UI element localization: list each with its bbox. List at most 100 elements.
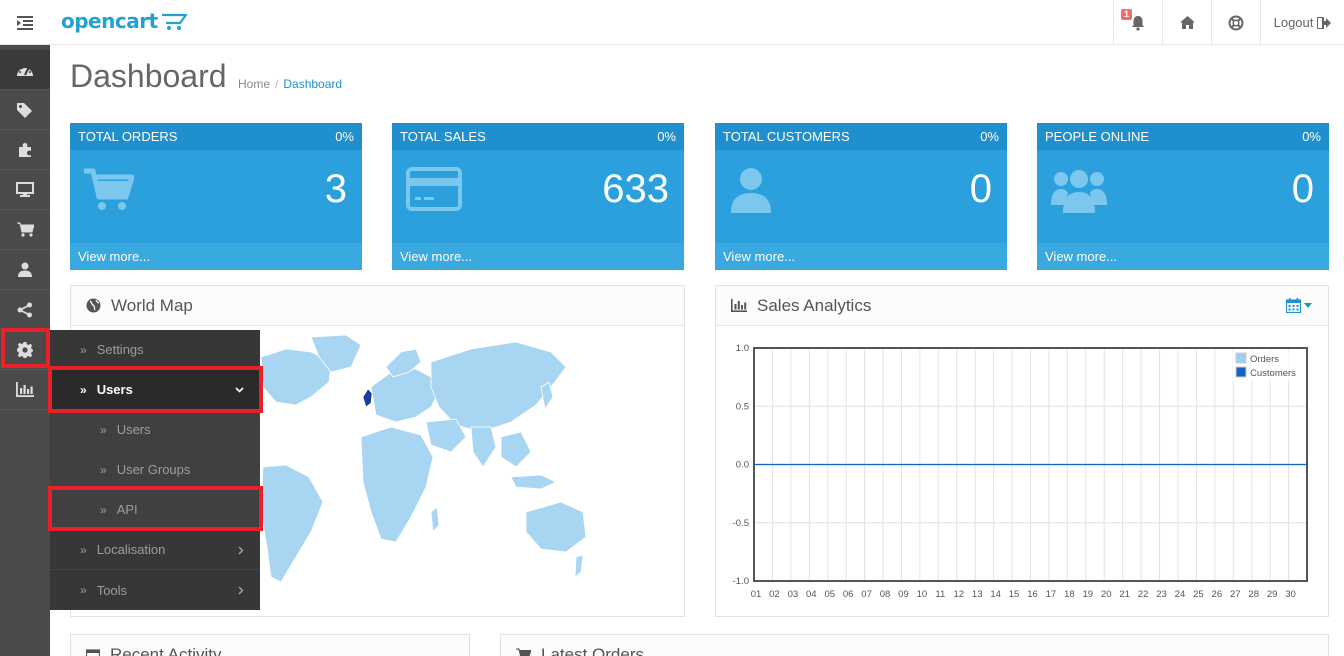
dashboard-icon xyxy=(17,65,33,76)
menu-item-label: Users xyxy=(116,422,151,437)
recent-activity-panel: Recent Activity xyxy=(70,634,470,656)
nav-system[interactable] xyxy=(0,330,50,370)
alerts-button[interactable]: 1 xyxy=(1113,0,1162,45)
nav-reports[interactable] xyxy=(0,370,50,410)
bell-icon xyxy=(1132,15,1144,31)
x-tick-label: 29 xyxy=(1267,589,1278,600)
customer-icon xyxy=(731,168,771,213)
y-tick-label: 0.0 xyxy=(736,460,749,471)
nav-sales[interactable] xyxy=(0,210,50,250)
cart-icon xyxy=(16,222,34,237)
x-tick-label: 28 xyxy=(1248,589,1259,600)
x-tick-label: 17 xyxy=(1046,589,1057,600)
gear-icon xyxy=(17,341,33,358)
tile-percent: 0% xyxy=(335,129,354,144)
chevron-right-icon xyxy=(238,570,244,610)
menu-item-user-groups[interactable]: » User Groups xyxy=(50,450,260,490)
x-tick-label: 18 xyxy=(1064,589,1075,600)
tile-value: 0 xyxy=(969,167,992,211)
menu-item-label: Users xyxy=(96,382,133,397)
y-tick-label: -1.0 xyxy=(733,576,749,587)
double-chevron-icon: » xyxy=(100,502,107,517)
legend-swatch xyxy=(1235,366,1247,378)
logo-text: opencart xyxy=(61,9,158,33)
double-chevron-icon: » xyxy=(100,422,107,437)
menu-item-localisation[interactable]: » Localisation xyxy=(50,530,260,570)
menu-item-settings[interactable]: » Settings xyxy=(50,330,260,370)
x-tick-label: 12 xyxy=(953,589,964,600)
nav-extensions[interactable] xyxy=(0,130,50,170)
menu-toggle-button[interactable] xyxy=(0,0,50,45)
indent-icon xyxy=(17,15,33,30)
desktop-icon xyxy=(16,182,34,197)
menu-item-users[interactable]: » Users xyxy=(50,410,260,450)
breadcrumb-dashboard[interactable]: Dashboard xyxy=(283,77,342,91)
y-tick-label: 0.5 xyxy=(736,401,749,412)
y-tick-label: -0.5 xyxy=(733,518,749,529)
view-more-online-link[interactable]: View more... xyxy=(1037,243,1329,270)
x-tick-label: 19 xyxy=(1083,589,1094,600)
nav-marketing[interactable] xyxy=(0,290,50,330)
chevron-down-icon xyxy=(235,370,244,410)
tile-value: 3 xyxy=(324,167,347,211)
x-tick-label: 09 xyxy=(898,589,909,600)
sales-analytics-title: Sales Analytics xyxy=(757,295,872,315)
x-tick-label: 25 xyxy=(1193,589,1204,600)
top-header: opencart 1 Logout xyxy=(0,0,1344,45)
breadcrumb-home[interactable]: Home xyxy=(238,77,270,91)
calendar-icon xyxy=(86,648,100,656)
view-more-sales-link[interactable]: View more... xyxy=(392,243,684,270)
logout-label: Logout xyxy=(1273,15,1314,30)
tile-title: TOTAL SALES xyxy=(400,129,486,144)
x-tick-label: 27 xyxy=(1230,589,1241,600)
sales-chart: 1.0 0.5 0.0 -0.5 -1.001 02 03 04 05 06 07 08 09 10 11 1… xyxy=(733,343,1308,600)
view-more-customers-link[interactable]: View more... xyxy=(715,243,1007,270)
latest-orders-title: Latest Orders xyxy=(541,644,644,656)
y-tick-label: 1.0 xyxy=(736,343,749,354)
nav-customers[interactable] xyxy=(0,250,50,290)
legend-label: Customers xyxy=(1250,368,1296,379)
nav-dashboard[interactable] xyxy=(0,50,50,90)
x-tick-label: 02 xyxy=(769,589,780,600)
x-tick-label: 22 xyxy=(1138,589,1149,600)
x-tick-label: 04 xyxy=(806,589,817,600)
x-tick-label: 14 xyxy=(990,589,1001,600)
double-chevron-icon: » xyxy=(80,382,87,397)
menu-item-users-group[interactable]: » Users xyxy=(50,370,260,410)
double-chevron-icon: » xyxy=(80,542,87,557)
x-tick-label: 07 xyxy=(861,589,872,600)
menu-item-label: User Groups xyxy=(116,462,191,477)
x-tick-label: 24 xyxy=(1175,589,1186,600)
users-group-icon xyxy=(1051,170,1107,213)
x-tick-label: 26 xyxy=(1212,589,1223,600)
menu-item-label: Settings xyxy=(96,342,144,357)
menu-item-label: Tools xyxy=(96,582,128,598)
tile-value: 633 xyxy=(602,167,669,211)
tile-value: 0 xyxy=(1291,167,1314,211)
help-button[interactable] xyxy=(1211,0,1260,45)
tile-title: PEOPLE ONLINE xyxy=(1045,129,1150,144)
logout-button[interactable]: Logout xyxy=(1260,0,1344,45)
home-button[interactable] xyxy=(1162,0,1211,45)
menu-item-api[interactable]: » API xyxy=(50,490,260,530)
x-tick-label: 10 xyxy=(917,589,928,600)
opencart-logo[interactable]: opencart xyxy=(61,6,188,36)
share-icon xyxy=(17,302,32,317)
nav-catalog[interactable] xyxy=(0,90,50,130)
caret-down-icon xyxy=(1304,303,1312,308)
cart-icon xyxy=(516,648,531,656)
menu-item-tools[interactable]: » Tools xyxy=(50,570,260,610)
view-more-orders-link[interactable]: View more... xyxy=(70,243,362,270)
tile-title: TOTAL ORDERS xyxy=(78,129,178,144)
double-chevron-icon: » xyxy=(80,583,87,597)
x-tick-label: 21 xyxy=(1119,589,1130,600)
x-tick-label: 11 xyxy=(935,589,945,600)
x-tick-label: 01 xyxy=(751,589,762,600)
date-range-dropdown[interactable] xyxy=(1286,298,1312,313)
page-title: Dashboard xyxy=(70,58,227,94)
double-chevron-icon: » xyxy=(80,342,87,357)
legend-label: Orders xyxy=(1250,354,1279,365)
alerts-badge: 1 xyxy=(1121,9,1133,20)
tile-people-online: PEOPLE ONLINE 0% 0 View more... xyxy=(1037,123,1329,270)
nav-design[interactable] xyxy=(0,170,50,210)
